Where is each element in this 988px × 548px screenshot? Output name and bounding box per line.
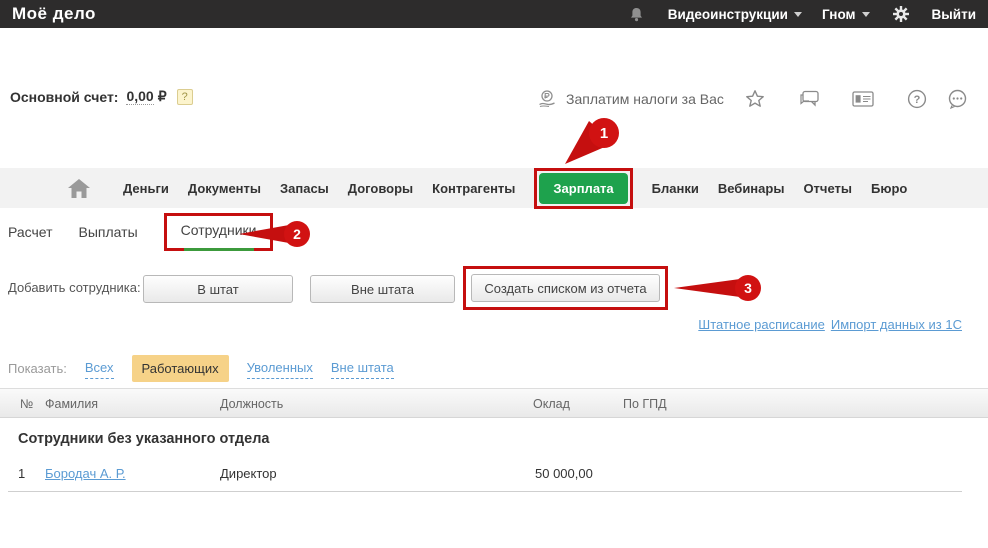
promo-text: Заплатим налоги за Вас — [566, 91, 724, 107]
annotation-box-create-from-report: Создать списком из отчета — [463, 266, 668, 310]
col-position: Должность — [220, 397, 284, 411]
currency-symbol: ₽ — [157, 88, 167, 104]
nav-item-counterparties[interactable]: Контрагенты — [432, 181, 515, 196]
app-root: Моё дело Видеоинструкции Гном Выйти Осно… — [0, 0, 988, 548]
nav-item-reports[interactable]: Отчеты — [803, 181, 852, 196]
logout-button[interactable]: Выйти — [932, 7, 977, 22]
subnav-item-payments[interactable]: Выплаты — [79, 224, 138, 240]
promo-block[interactable]: Заплатим налоги за Вас — [536, 88, 724, 110]
col-number: № — [20, 397, 34, 411]
logout-label: Выйти — [931, 6, 977, 22]
filter-option-all[interactable]: Всех — [84, 358, 114, 379]
staff-schedule-link[interactable]: Штатное расписание — [698, 317, 825, 332]
col-gpd: По ГПД — [623, 397, 667, 411]
user-menu[interactable]: Гном — [822, 7, 870, 22]
col-salary: Оклад — [533, 397, 570, 411]
row-number: 1 — [18, 466, 26, 481]
subnav-item-calculation[interactable]: Расчет — [8, 224, 53, 240]
main-nav: Деньги Документы Запасы Договоры Контраг… — [0, 167, 988, 209]
add-staff-button[interactable]: В штат — [143, 275, 293, 303]
nav-item-documents[interactable]: Документы — [188, 181, 261, 196]
table-header: № Фамилия Должность Оклад По ГПД — [0, 388, 988, 418]
chat-icon[interactable] — [798, 88, 820, 110]
video-instructions-label: Видеоинструкции — [667, 6, 788, 22]
nav-item-salary[interactable]: Зарплата — [539, 172, 628, 204]
employee-salary: 50 000,00 — [535, 466, 593, 481]
subnav-item-employees[interactable]: Сотрудники — [181, 222, 257, 238]
employee-position: Директор — [220, 466, 277, 481]
id-card-icon[interactable] — [852, 88, 874, 110]
star-icon[interactable] — [744, 88, 766, 110]
account-label: Основной счет: — [10, 88, 119, 105]
table-row: 1 Бородач А. Р. Директор 50 000,00 — [0, 464, 988, 484]
account-balance[interactable]: 0,00 — [126, 88, 154, 105]
create-from-report-button[interactable]: Создать списком из отчета — [471, 274, 660, 302]
home-icon[interactable] — [68, 177, 90, 199]
col-surname: Фамилия — [45, 397, 99, 411]
svg-text:?: ? — [914, 94, 921, 106]
chevron-down-icon — [793, 11, 802, 17]
nav-item-forms[interactable]: Бланки — [652, 181, 699, 196]
help-circle-icon[interactable]: ? — [906, 88, 928, 110]
filter-row: Показать: Всех Работающих Уволенных Вне … — [8, 355, 394, 382]
add-employee-label: Добавить сотрудника: — [8, 280, 141, 295]
account-summary: Основной счет: 0,00 ₽ ? — [10, 88, 193, 105]
add-employee-row: Добавить сотрудника: В штат Вне штата Со… — [0, 266, 988, 314]
topbar-right: Видеоинструкции Гном Выйти — [626, 3, 976, 25]
topbar: Моё дело Видеоинструкции Гном Выйти — [0, 0, 988, 28]
filter-option-freelance[interactable]: Вне штата — [330, 358, 394, 379]
add-freelance-button[interactable]: Вне штата — [310, 275, 455, 303]
nav-item-bureau[interactable]: Бюро — [871, 181, 907, 196]
employee-name-link[interactable]: Бородач А. Р. — [45, 466, 126, 481]
app-logo: Моё дело — [12, 4, 96, 23]
bell-icon[interactable] — [626, 3, 648, 25]
ruble-hand-icon — [536, 88, 558, 110]
filter-label: Показать: — [8, 361, 67, 376]
balance-help-badge[interactable]: ? — [176, 88, 193, 105]
annotation-badge-1: 1 — [565, 118, 619, 164]
nav-item-contracts[interactable]: Договоры — [348, 181, 413, 196]
bottom-divider — [8, 491, 962, 492]
chevron-down-icon — [861, 11, 870, 17]
video-instructions-menu[interactable]: Видеоинструкции — [668, 7, 802, 22]
filter-option-dismissed[interactable]: Уволенных — [246, 358, 313, 379]
filter-option-working[interactable]: Работающих — [131, 355, 229, 382]
annotation-step-1: 1 — [600, 125, 608, 142]
nav-item-money[interactable]: Деньги — [123, 181, 169, 196]
annotation-box-employees: Сотрудники — [163, 213, 274, 251]
active-tab-underline — [183, 248, 254, 251]
aux-links: Штатное расписание Импорт данных из 1С — [698, 317, 962, 332]
user-name-label: Гном — [821, 6, 856, 22]
nav-item-stock[interactable]: Запасы — [280, 181, 329, 196]
more-bubble-icon[interactable] — [946, 88, 968, 110]
sub-nav: Расчет Выплаты Сотрудники — [0, 212, 988, 252]
import-1c-link[interactable]: Импорт данных из 1С — [831, 317, 962, 332]
department-group-header: Сотрудники без указанного отдела — [18, 431, 270, 447]
annotation-box-salary: Зарплата — [534, 167, 633, 209]
nav-item-webinars[interactable]: Вебинары — [718, 181, 785, 196]
gear-icon[interactable] — [890, 3, 912, 25]
